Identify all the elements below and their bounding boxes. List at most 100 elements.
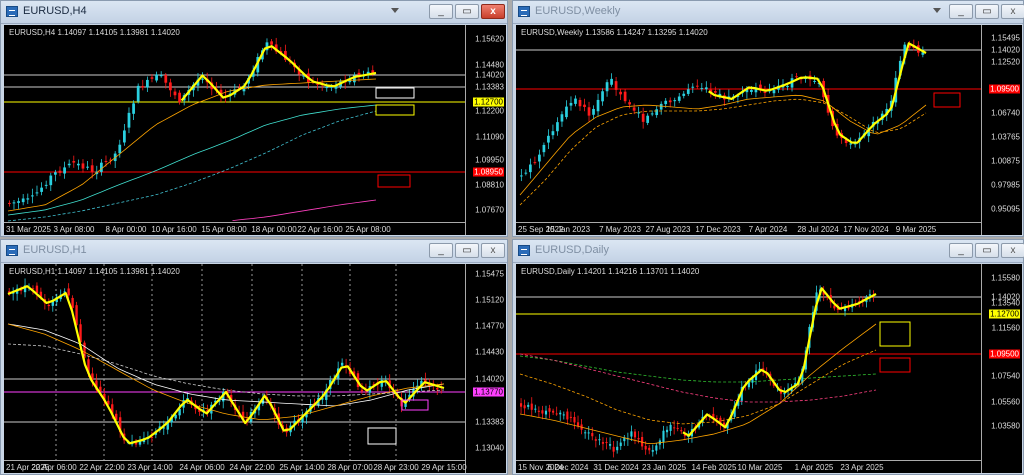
chart-window-icon <box>518 245 530 256</box>
time-tick-label: 15 Apr 08:00 <box>201 225 247 234</box>
price-chart[interactable]: EURUSD,H1 1.14097 1.14105 1.13981 1.1402… <box>4 264 506 473</box>
price-chart[interactable]: EURUSD,Weekly 1.13586 1.14247 1.13295 1.… <box>516 25 1022 235</box>
time-tick-label: 29 Apr 15:00 <box>421 463 467 472</box>
candle <box>668 100 672 103</box>
price-axis[interactable]: 1.15495 1.14020 1.12520 1.09500 1.06740 1.037… <box>981 25 1022 235</box>
price-tick-label: 1.03765 <box>991 132 1020 142</box>
price-tick-label: 1.14770 <box>475 321 504 331</box>
title-bar[interactable]: EURUSD,Daily _ ▭ x <box>513 240 1024 263</box>
minimize-button[interactable]: _ <box>429 243 453 258</box>
candle <box>63 167 66 174</box>
price-tick-label: 1.08950 <box>473 167 504 177</box>
candle <box>676 427 679 429</box>
restore-button[interactable]: ▭ <box>975 4 999 19</box>
candle <box>538 154 541 162</box>
candle <box>641 113 645 122</box>
price-axis[interactable]: 1.15580 1.14020 1.13540 1.12700 1.11560 1.095… <box>981 264 1022 473</box>
candle <box>270 41 273 45</box>
symbol-info: EURUSD,H4 1.14097 1.14105 1.13981 1.1402… <box>9 28 180 37</box>
title-bar[interactable]: EURUSD,H1 _ ▭ x <box>1 240 507 263</box>
candle <box>547 135 550 143</box>
candle <box>750 90 753 92</box>
restore-button[interactable]: ▭ <box>455 243 479 258</box>
candle <box>12 202 16 204</box>
candle <box>340 362 344 366</box>
candle <box>21 198 25 203</box>
chart-window-h1[interactable]: EURUSD,H1 _ ▭ x EURUSD,H1 1.14097 1.1410… <box>0 239 508 475</box>
price-tick-label: 1.09950 <box>475 155 504 165</box>
time-tick-label: 24 Apr 06:00 <box>179 463 225 472</box>
candle <box>146 79 149 88</box>
dropdown-arrow-icon[interactable] <box>391 8 399 13</box>
candle <box>587 432 590 434</box>
close-button[interactable]: x <box>1001 243 1024 258</box>
restore-button[interactable]: ▭ <box>975 243 999 258</box>
candle <box>651 450 654 452</box>
window-title: EURUSD,H4 <box>23 5 87 17</box>
time-tick-label: 22 Apr 06:00 <box>31 463 77 472</box>
candle <box>644 445 647 450</box>
candle <box>90 165 94 172</box>
target-zone-box <box>933 92 961 108</box>
price-tick-label: 1.12200 <box>475 106 504 116</box>
candle <box>700 88 704 90</box>
candlestick-plot[interactable] <box>516 25 982 223</box>
candle <box>201 78 204 80</box>
chart-window-daily[interactable]: EURUSD,Daily _ ▭ x EURUSD,Daily 1.14201 … <box>512 239 1024 475</box>
candle <box>520 403 523 407</box>
price-tick-label: 1.09500 <box>989 84 1020 94</box>
title-bar[interactable]: EURUSD,Weekly _ ▭ x <box>513 1 1024 24</box>
candle <box>619 91 622 95</box>
candlestick-plot[interactable] <box>4 25 466 223</box>
price-tick-label: 1.13770 <box>473 387 504 397</box>
price-tick-label: 1.13383 <box>475 417 504 427</box>
candle <box>67 288 70 296</box>
dropdown-arrow-icon[interactable] <box>933 8 941 13</box>
candlestick-plot[interactable] <box>4 264 466 461</box>
candle <box>118 144 122 154</box>
candlestick-plot[interactable] <box>516 264 982 461</box>
candle <box>628 102 631 105</box>
candle <box>650 113 654 115</box>
candle <box>548 408 551 412</box>
price-tick-label: 1.11090 <box>475 132 504 142</box>
price-axis[interactable]: 1.15620 1.14480 1.14020 1.13383 1.12700 1.122… <box>465 25 506 235</box>
candle <box>583 104 586 107</box>
chart-window-h4[interactable]: EURUSD,H4 _ ▭ x EURUSD,H4 1.14097 1.1410… <box>0 0 508 237</box>
price-chart[interactable]: EURUSD,H4 1.14097 1.14105 1.13981 1.1402… <box>4 25 506 235</box>
candle <box>155 74 158 81</box>
moving-average-line <box>519 353 877 403</box>
price-tick-label: 0.97985 <box>991 180 1020 190</box>
time-tick-label: 25 Apr 14:00 <box>279 463 325 472</box>
candle <box>601 91 604 102</box>
candle <box>537 410 540 412</box>
candle <box>849 143 853 145</box>
moving-average-line <box>519 349 877 425</box>
minimize-button[interactable]: _ <box>949 4 973 19</box>
candle <box>704 87 708 90</box>
chart-window-icon <box>518 6 530 17</box>
minimize-button[interactable]: _ <box>949 243 973 258</box>
price-axis[interactable]: 1.15475 1.15120 1.14770 1.14430 1.14020 1.137… <box>465 264 506 473</box>
close-button[interactable]: x <box>481 4 505 19</box>
candle <box>8 202 11 204</box>
window-title: EURUSD,Daily <box>535 244 609 256</box>
close-button[interactable]: x <box>481 243 505 258</box>
time-tick-label: 10 Apr 16:00 <box>151 225 197 234</box>
window-title: EURUSD,Weekly <box>535 5 621 17</box>
candle <box>574 98 577 104</box>
candle <box>524 172 528 174</box>
title-bar[interactable]: EURUSD,H4 _ ▭ x <box>1 1 507 24</box>
restore-button[interactable]: ▭ <box>455 4 479 19</box>
candle <box>544 410 548 415</box>
minimize-button[interactable]: _ <box>429 4 453 19</box>
candle <box>686 89 690 94</box>
candle <box>360 389 364 392</box>
close-button[interactable]: x <box>1001 4 1024 19</box>
candle <box>71 297 74 308</box>
target-zone-box <box>879 321 911 347</box>
price-chart[interactable]: EURUSD,Daily 1.14201 1.14216 1.13701 1.1… <box>516 264 1022 473</box>
candle <box>562 414 565 416</box>
chart-window-weekly[interactable]: EURUSD,Weekly _ ▭ x EURUSD,Weekly 1.1358… <box>512 0 1024 237</box>
price-tick-label: 1.06740 <box>991 108 1020 118</box>
